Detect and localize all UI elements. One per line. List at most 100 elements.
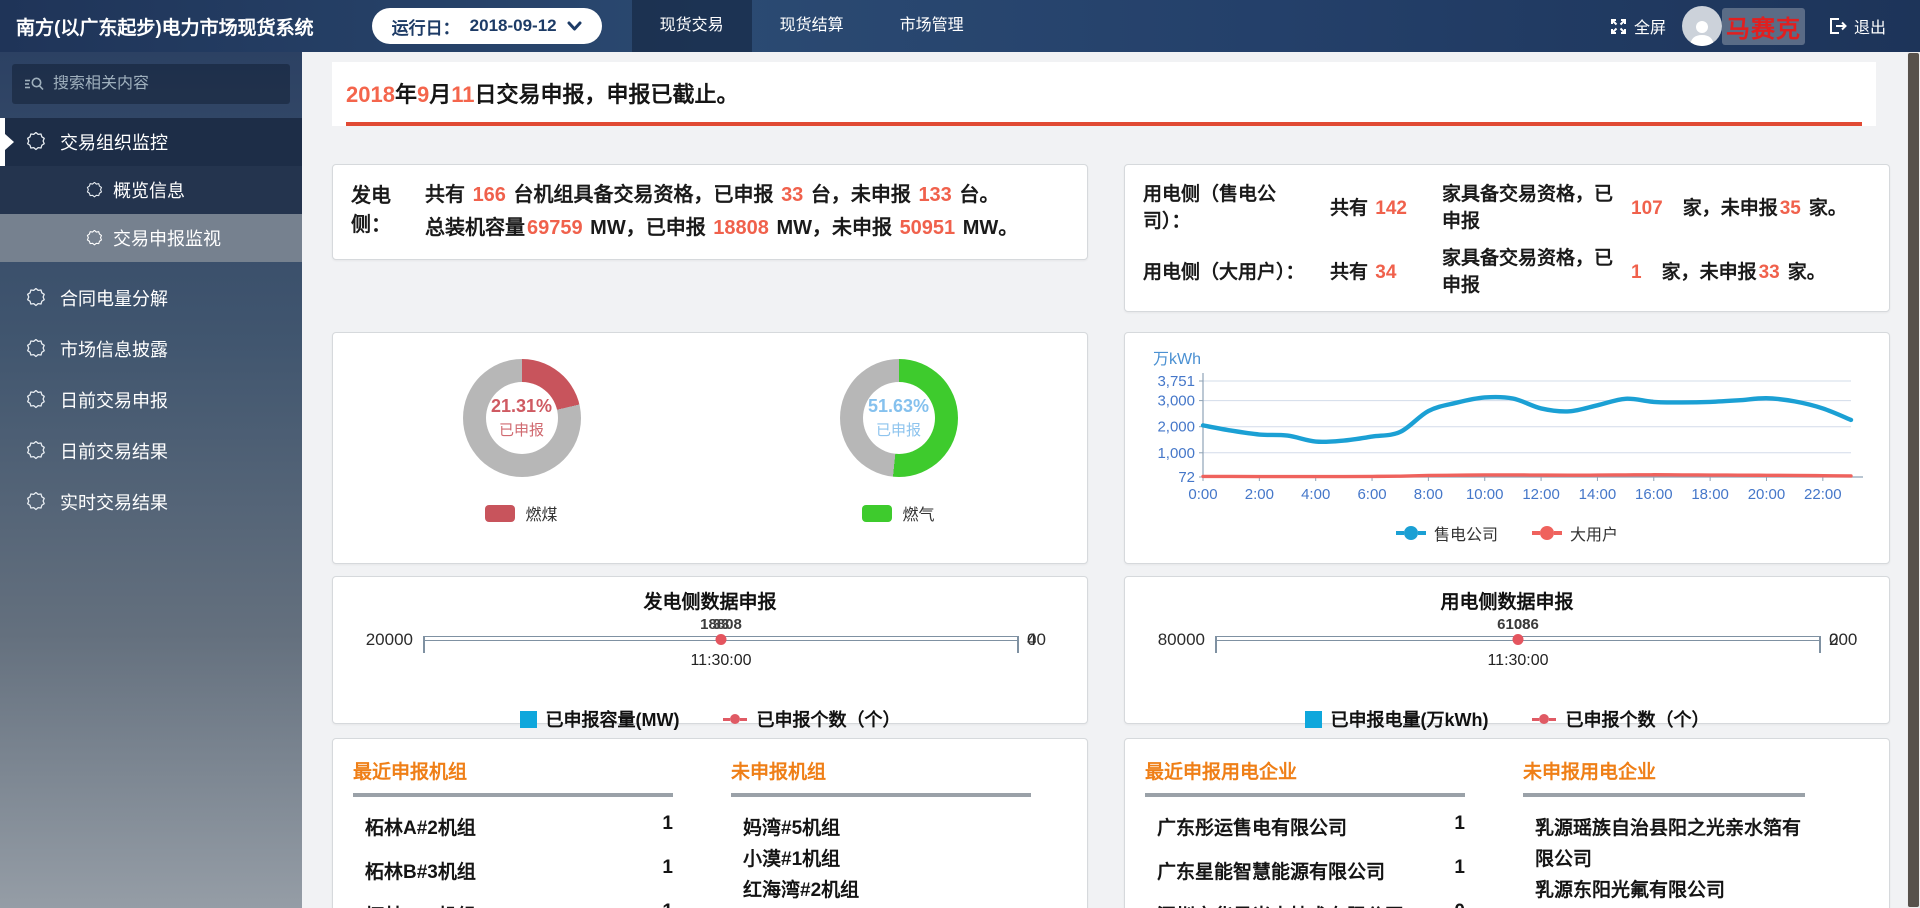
scrollbar-thumb[interactable]: [1908, 53, 1919, 907]
list-underline: [1145, 793, 1465, 797]
slider-time: 11:30:00: [690, 652, 751, 670]
list-title: 未申报用电企业: [1523, 757, 1805, 784]
donut-legend-swatch: [485, 505, 515, 522]
svg-text:20:00: 20:00: [1748, 486, 1786, 503]
line-legend-marker: [1532, 526, 1562, 540]
search-input[interactable]: [53, 75, 278, 93]
legend-item-capacity[interactable]: 已申报容量(MW): [520, 706, 680, 732]
legend-label: 燃气: [902, 501, 934, 525]
run-date-picker[interactable]: 运行日： 2018-09-12: [372, 8, 602, 44]
logout-label: 退出: [1854, 14, 1886, 38]
item-count: 1: [662, 901, 673, 908]
slider-right-label-overlap: 200 0: [1821, 628, 1871, 630]
scrollbar[interactable]: [1907, 52, 1920, 908]
sidebar-item-overview-info[interactable]: 概览信息: [0, 166, 302, 214]
seal-icon: [86, 230, 103, 247]
person-icon: [1687, 16, 1717, 46]
sidebar-item-trade-org-monitor[interactable]: 交易组织监控: [0, 118, 302, 166]
svg-text:3,751: 3,751: [1157, 373, 1195, 390]
legend-item-energy[interactable]: 已申报电量(万kWh): [1305, 706, 1489, 732]
notice-band: 2018年9月11日交易申报，申报已截止。: [332, 62, 1876, 126]
slider-handle[interactable]: [716, 634, 727, 645]
legend-label: 大用户: [1570, 521, 1618, 545]
line-legend-marker: [1396, 526, 1426, 540]
sidebar-menu: 交易组织监控 概览信息 交易申报监视 合同电量分解 市场信息披露: [0, 118, 302, 526]
gen-stats-line2: 总装机容量69759 MW，已申报 18808 MW，未申报 50951 MW。: [425, 212, 1018, 245]
blue-square-marker: [1305, 711, 1322, 728]
donut-center: 51.63% 已申报: [863, 382, 935, 454]
avatar[interactable]: [1682, 6, 1722, 46]
sidebar-item-label: 市场信息披露: [60, 336, 168, 362]
seal-icon: [86, 182, 103, 199]
use-row-counts: 107家，未申报35家。: [1629, 193, 1871, 220]
slider-title: 发电侧数据申报: [351, 587, 1069, 614]
sidebar-item-label: 日前交易结果: [60, 438, 168, 464]
fullscreen-icon: [1610, 18, 1627, 35]
donut-legend-swatch: [862, 505, 892, 522]
sidebar-search[interactable]: [12, 64, 290, 104]
seal-icon: [26, 288, 46, 308]
line-chart-legend: 售电公司 大用户: [1137, 521, 1877, 545]
list-item: 深圳市华星光电技术有限公司0: [1145, 901, 1465, 908]
blue-square-marker: [520, 711, 537, 728]
slider-count: 33: [713, 616, 730, 633]
gas-legend[interactable]: 燃气: [862, 501, 934, 525]
sidebar-item-dayahead-results[interactable]: 日前交易结果: [0, 427, 302, 475]
sidebar-item-contract-decomposition[interactable]: 合同电量分解: [0, 274, 302, 322]
sidebar-item-label: 交易组织监控: [60, 129, 168, 155]
use-row-total: 共有 142: [1330, 193, 1430, 220]
slider-row: 发电侧数据申报 20000 18808 33 11:30:00 40 0: [332, 576, 1876, 724]
list-title: 最近申报机组: [353, 757, 673, 784]
chevron-down-icon: [567, 21, 582, 31]
generation-declaration-slider-card: 发电侧数据申报 20000 18808 33 11:30:00 40 0: [332, 576, 1088, 724]
recent-enterprises-column: 最近申报用电企业 广东彤运售电有限公司1 广东星能智慧能源有限公司1 深圳市华星…: [1145, 757, 1465, 908]
nav-tabs: 现货交易 现货结算 市场管理: [632, 0, 992, 52]
donut-center: 21.31% 已申报: [486, 382, 558, 454]
fuel-donut-card: 21.31% 已申报 燃煤 51.63% 已申报: [332, 332, 1088, 564]
sidebar-item-dayahead-declaration[interactable]: 日前交易申报: [0, 376, 302, 424]
legend-item-large-user[interactable]: 大用户: [1532, 521, 1618, 545]
svg-text:18:00: 18:00: [1691, 486, 1729, 503]
logout-button[interactable]: 退出: [1829, 14, 1886, 38]
list-underline: [353, 793, 673, 797]
seal-icon: [26, 492, 46, 512]
svg-text:10:00: 10:00: [1466, 486, 1504, 503]
sidebar-item-declaration-monitor[interactable]: 交易申报监视: [0, 214, 302, 262]
donut-ring-gas: 51.63% 已申报: [840, 359, 958, 477]
svg-text:0:00: 0:00: [1188, 486, 1217, 503]
svg-text:72: 72: [1178, 469, 1195, 486]
list-underline: [1523, 793, 1805, 797]
svg-text:14:00: 14:00: [1579, 486, 1617, 503]
tab-market-management[interactable]: 市场管理: [872, 0, 992, 52]
svg-text:2:00: 2:00: [1245, 486, 1274, 503]
list-item: 妈湾#5机组: [731, 813, 1031, 844]
list-item: 广东星能智慧能源有限公司1: [1145, 857, 1465, 884]
fullscreen-button[interactable]: 全屏: [1610, 14, 1666, 38]
svg-text:6:00: 6:00: [1357, 486, 1386, 503]
run-date-value: 2018-09-12: [470, 16, 557, 36]
stats-row: 发电侧： 共有 166 台机组具备交易资格，已申报 33 台，未申报 133 台…: [332, 164, 1876, 312]
svg-text:1,000: 1,000: [1157, 445, 1195, 462]
pending-enterprises-column: 未申报用电企业 乳源瑶族自治县阳之光亲水箔有限公司 乳源东阳光氟有限公司 肇庆理…: [1523, 757, 1805, 908]
usage-line-chart-card: 万kWh 3,7513,0002,0001,000720:002:004:006…: [1124, 332, 1890, 564]
donut-center-pct: 51.63%: [868, 396, 929, 417]
item-count: 1: [662, 813, 673, 840]
header-right: 全屏 马赛克 退出: [1610, 6, 1886, 46]
lists-row: 最近申报机组 柘林A#2机组1 柘林B#3机组1 柘林A#1机组1 未申报机组 …: [332, 738, 1876, 908]
sidebar-item-realtime-results[interactable]: 实时交易结果: [0, 478, 302, 526]
slider-handle[interactable]: [1513, 634, 1524, 645]
item-count: 1: [1454, 857, 1465, 884]
legend-item-count[interactable]: 已申报个数（个）: [1532, 706, 1709, 732]
logout-icon: [1829, 18, 1847, 34]
legend-item-seller[interactable]: 售电公司: [1396, 521, 1498, 545]
sidebar-item-market-info-disclosure[interactable]: 市场信息披露: [0, 325, 302, 373]
tab-spot-settlement[interactable]: 现货结算: [752, 0, 872, 52]
legend-label: 燃煤: [525, 501, 557, 525]
seal-icon: [26, 441, 46, 461]
tab-spot-trading[interactable]: 现货交易: [632, 0, 752, 52]
legend-item-count[interactable]: 已申报个数（个）: [723, 706, 900, 732]
list-item: 柘林A#1机组1: [353, 901, 673, 908]
item-count: 1: [662, 857, 673, 884]
main-content: 2018年9月11日交易申报，申报已截止。 发电侧： 共有 166 台机组具备交…: [302, 52, 1920, 908]
coal-legend[interactable]: 燃煤: [485, 501, 557, 525]
